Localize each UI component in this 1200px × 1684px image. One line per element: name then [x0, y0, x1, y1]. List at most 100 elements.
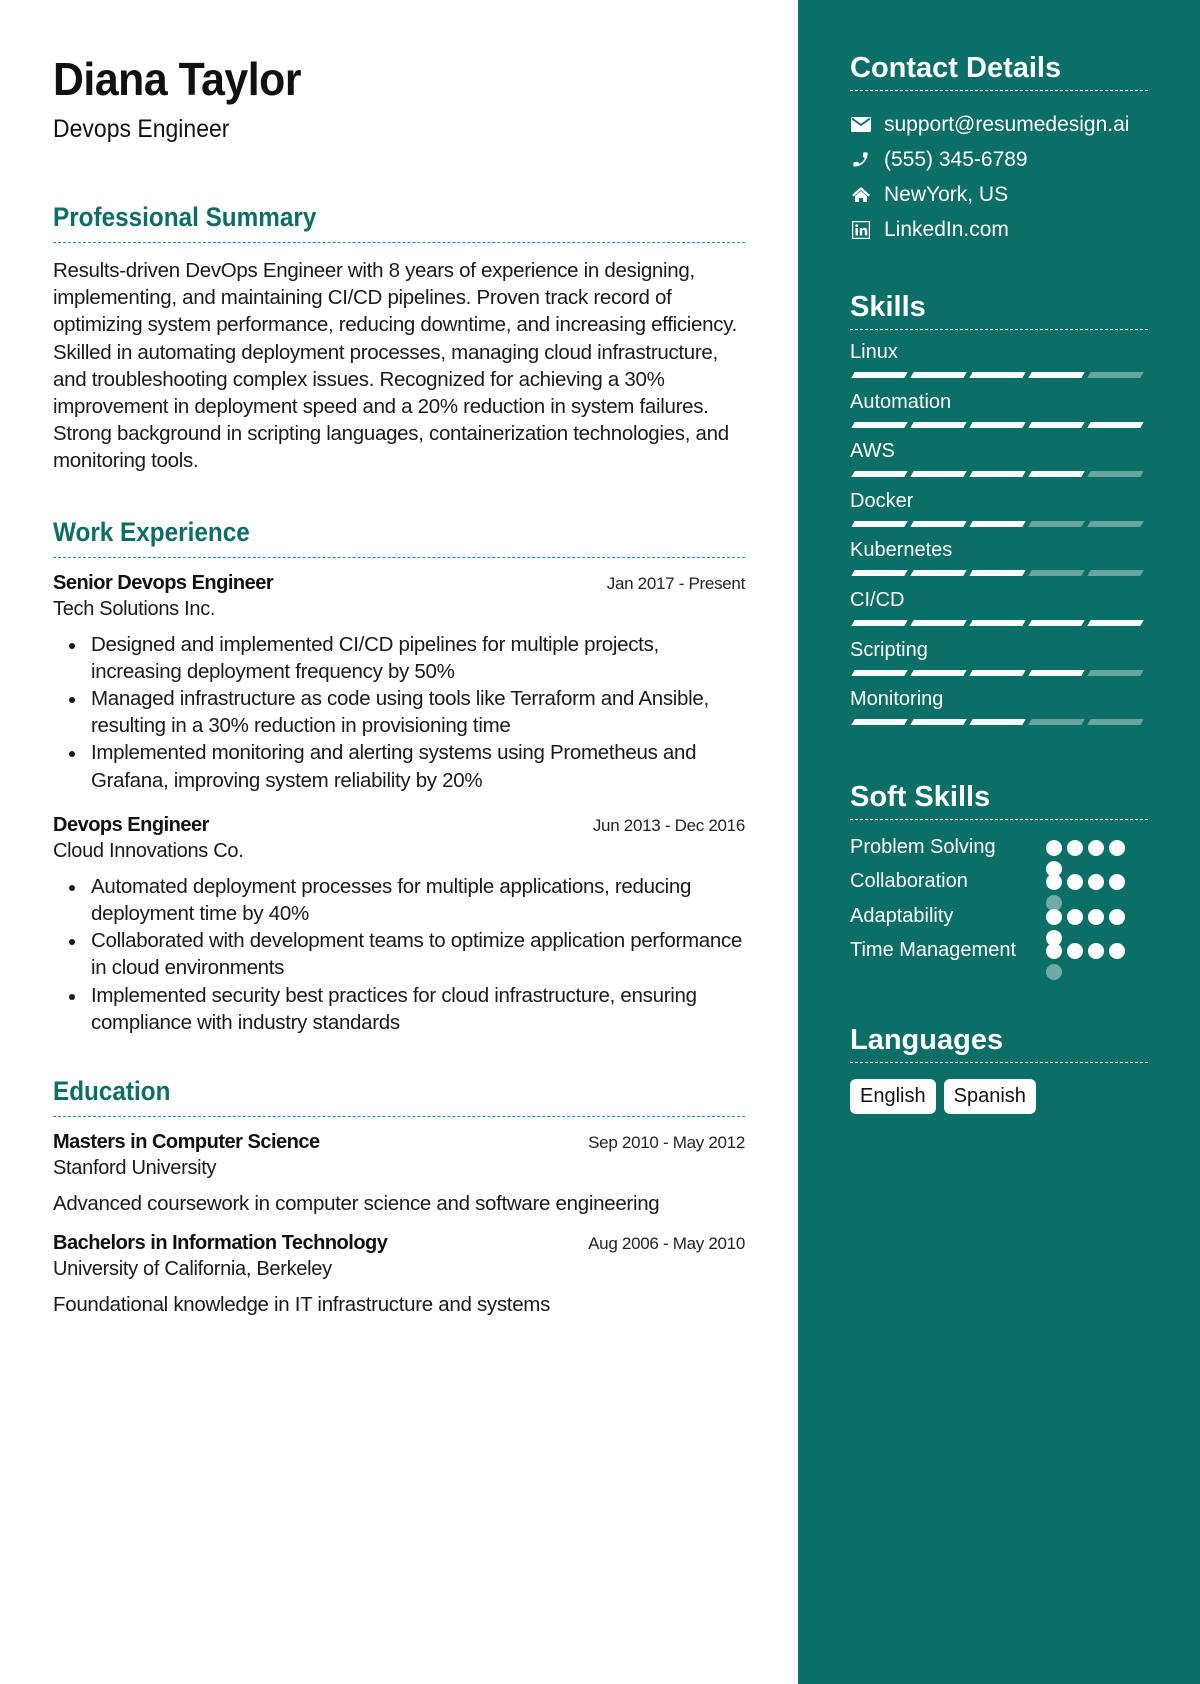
skill-level-bar [850, 372, 1148, 378]
home-icon [850, 185, 871, 205]
contact-linkedin[interactable]: LinkedIn.com [850, 212, 1148, 247]
language-tag: English [850, 1078, 936, 1114]
skill-item: Docker [850, 489, 1148, 539]
skill-item: Kubernetes [850, 538, 1148, 588]
soft-skill-name: Collaboration [850, 870, 968, 893]
section-divider [850, 818, 1148, 820]
phone-icon [850, 150, 871, 170]
rating-dot-filled [1067, 874, 1083, 891]
job-title: Devops Engineer [53, 813, 209, 836]
skill-segment-filled [910, 421, 967, 428]
skill-item: Linux [850, 340, 1148, 390]
rating-dot-filled [1067, 908, 1083, 925]
skill-item: CI/CD [850, 588, 1148, 638]
skill-segment-filled [1028, 669, 1085, 676]
skill-name: CI/CD [850, 588, 905, 611]
language-tag: Spanish [943, 1078, 1036, 1114]
skill-segment-filled [969, 471, 1026, 478]
skill-segment-filled [969, 421, 1026, 428]
skill-segment-empty [1028, 570, 1085, 577]
rating-dot-filled [1088, 908, 1104, 925]
rating-dot-filled [1109, 839, 1125, 856]
skill-segment-empty [1028, 719, 1085, 726]
soft-skill-rating [1046, 937, 1130, 981]
candidate-name: Diana Taylor [53, 53, 302, 105]
job-entry: Devops Engineer Jun 2013 - Dec 2016 Clou… [53, 814, 745, 1036]
job-bullet: Automated deployment processes for multi… [69, 873, 745, 927]
rating-dot-empty [1046, 964, 1062, 981]
degree-title: Bachelors in Information Technology [53, 1232, 388, 1255]
rating-dot-filled [1088, 943, 1104, 960]
skill-segment-empty [1087, 669, 1144, 676]
rating-dot-filled [1088, 839, 1104, 856]
skill-segment-filled [851, 471, 908, 478]
skill-name: Docker [850, 489, 914, 512]
section-divider [53, 242, 745, 243]
soft-skill-item: Collaboration [850, 868, 1148, 912]
job-header: Devops Engineer Jun 2013 - Dec 2016 [53, 814, 745, 837]
sidebar-section-title: Languages [850, 1023, 1004, 1056]
skill-segment-filled [910, 619, 967, 626]
skill-segment-filled [969, 570, 1026, 577]
summary-text: Results-driven DevOps Engineer with 8 ye… [53, 259, 738, 473]
sidebar: Contact Details support@resumedesign.ai … [798, 0, 1200, 1684]
contact-email-text: support@resumedesign.ai [884, 112, 1130, 136]
soft-skill-list: Problem Solving Collaboration Adaptability… [850, 834, 1148, 981]
skill-segment-filled [910, 669, 967, 676]
job-bullets: Designed and implemented CI/CD pipelines… [53, 631, 745, 794]
skill-level-bar [850, 570, 1148, 577]
skill-segment-filled [851, 719, 908, 726]
skill-level-bar [850, 520, 1148, 527]
skill-segment-filled [1028, 619, 1085, 626]
skill-segment-filled [851, 669, 908, 676]
work-experience-section: Work Experience Senior Devops Engineer J… [53, 515, 745, 1036]
skill-segment-empty [1087, 372, 1144, 378]
skill-segment-empty [1087, 719, 1144, 726]
sidebar-section-title: Skills [850, 291, 926, 323]
skill-item: Scripting [850, 638, 1148, 688]
skill-segment-filled [1087, 421, 1144, 428]
rating-dot-filled [1109, 908, 1125, 925]
contact-location: NewYork, US [850, 177, 1148, 212]
rating-dot-filled [1067, 943, 1083, 960]
section-title: Work Experience [53, 516, 250, 547]
job-bullets: Automated deployment processes for multi… [53, 873, 745, 1036]
skill-segment-filled [910, 471, 967, 478]
section-divider [850, 1061, 1148, 1063]
section-divider [850, 329, 1148, 330]
job-company: Cloud Innovations Co. [53, 839, 244, 862]
skill-segment-filled [910, 372, 967, 378]
education-header: Masters in Computer Science Sep 2010 - M… [53, 1131, 745, 1154]
soft-skill-name: Time Management [850, 939, 1016, 962]
contact-email[interactable]: support@resumedesign.ai [850, 107, 1148, 142]
skill-segment-filled [1087, 619, 1144, 626]
skill-segment-filled [1028, 471, 1085, 478]
section-divider [850, 90, 1148, 91]
soft-skill-name: Adaptability [850, 904, 954, 927]
sidebar-section-title: Contact Details [850, 52, 1062, 84]
skill-segment-empty [1087, 520, 1144, 527]
skill-segment-filled [910, 570, 967, 577]
rating-dot-filled [1046, 908, 1062, 925]
linkedin-icon [850, 220, 871, 240]
envelope-icon [850, 115, 871, 135]
skills-section: Skills Linux Automation AWS Docker Kubernete… [850, 289, 1148, 737]
skill-segment-filled [1028, 372, 1085, 378]
skill-segment-filled [969, 619, 1026, 626]
job-bullet: Designed and implemented CI/CD pipelines… [69, 631, 745, 685]
skill-segment-filled [910, 719, 967, 726]
skill-item: Automation [850, 390, 1148, 440]
contact-phone[interactable]: (555) 345-6789 [850, 142, 1148, 177]
job-bullet: Collaborated with development teams to o… [69, 927, 745, 981]
contact-phone-text: (555) 345-6789 [884, 147, 1028, 171]
skill-name: Kubernetes [850, 539, 953, 562]
job-dates: Jan 2017 - Present [606, 573, 746, 593]
rating-dot-filled [1109, 874, 1125, 891]
skill-segment-filled [969, 372, 1026, 378]
skill-name: Linux [850, 341, 898, 363]
skill-segment-filled [851, 570, 908, 577]
section-title: Education [53, 1076, 171, 1107]
skill-level-bar [850, 719, 1148, 726]
job-dates: Jun 2013 - Dec 2016 [592, 815, 745, 835]
contact-linkedin-text: LinkedIn.com [884, 217, 1009, 241]
